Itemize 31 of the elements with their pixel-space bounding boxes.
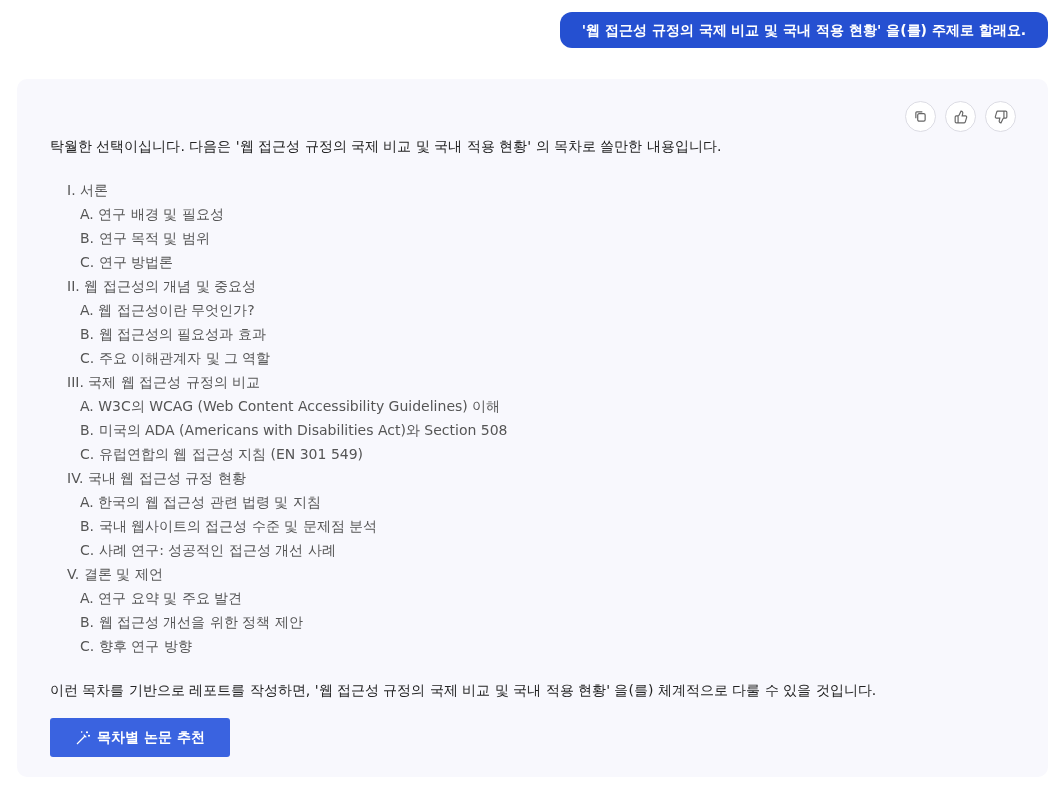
conclusion-text: 이런 목차를 기반으로 레포트를 작성하면, '웹 접근성 규정의 국제 비교 및 국내 적용 현황' 을(를) 체계적으로 다룰 수 있을 것입니다. xyxy=(50,681,878,700)
thumbs-up-button[interactable] xyxy=(945,101,976,132)
outline-item: C. 향후 연구 방향 xyxy=(80,637,193,656)
outline-item: A. 연구 배경 및 필요성 xyxy=(80,205,225,224)
intro-text: 탁월한 선택이십니다. 다음은 '웹 접근성 규정의 국제 비교 및 국내 적용 현황' 의 목차로 쓸만한 내용입니다. xyxy=(50,137,723,156)
outline-item: C. 유럽연합의 웹 접근성 지침 (EN 301 549) xyxy=(80,445,365,464)
outline-item: C. 연구 방법론 xyxy=(80,253,175,272)
outline-item: C. 사례 연구: 성공적인 접근성 개선 사례 xyxy=(80,541,337,560)
thumbs-up-icon xyxy=(953,109,968,124)
outline-item: A. 한국의 웹 접근성 관련 법령 및 지침 xyxy=(80,493,322,512)
paper-recommend-button[interactable]: 목차별 논문 추천 xyxy=(50,718,230,757)
outline-item: B. 미국의 ADA (Americans with Disabilities Act)와 Section 508 xyxy=(80,421,509,440)
outline-item: IV. 국내 웹 접근성 규정 현황 xyxy=(67,469,247,488)
outline-item: B. 웹 접근성의 필요성과 효과 xyxy=(80,325,267,344)
outline-item: II. 웹 접근성의 개념 및 중요성 xyxy=(67,277,257,296)
user-message-bubble: '웹 접근성 규정의 국제 비교 및 국내 적용 현황' 을(를) 주제로 할래요. xyxy=(559,12,1048,48)
outline-item: V. 결론 및 제언 xyxy=(67,565,164,584)
outline-item: C. 주요 이해관계자 및 그 역할 xyxy=(80,349,272,368)
outline-item: B. 연구 목적 및 범위 xyxy=(80,229,211,248)
outline-item: A. W3C의 WCAG (Web Content Accessibility Guidelines) 이해 xyxy=(80,397,502,416)
outline-item: B. 국내 웹사이트의 접근성 수준 및 문제점 분석 xyxy=(80,517,379,536)
copy-icon xyxy=(914,110,927,123)
outline-item: B. 웹 접근성 개선을 위한 정책 제안 xyxy=(80,613,304,632)
copy-button[interactable] xyxy=(905,101,936,132)
outline-item: III. 국제 웹 접근성 규정의 비교 xyxy=(67,373,262,392)
outline-item: A. 연구 요약 및 주요 발견 xyxy=(80,589,244,608)
thumbs-down-button[interactable] xyxy=(985,101,1016,132)
outline-item: A. 웹 접근성이란 무엇인가? xyxy=(80,301,256,320)
thumbs-down-icon xyxy=(993,109,1008,124)
magic-wand-icon xyxy=(75,729,92,746)
outline-item: I. 서론 xyxy=(67,181,110,200)
